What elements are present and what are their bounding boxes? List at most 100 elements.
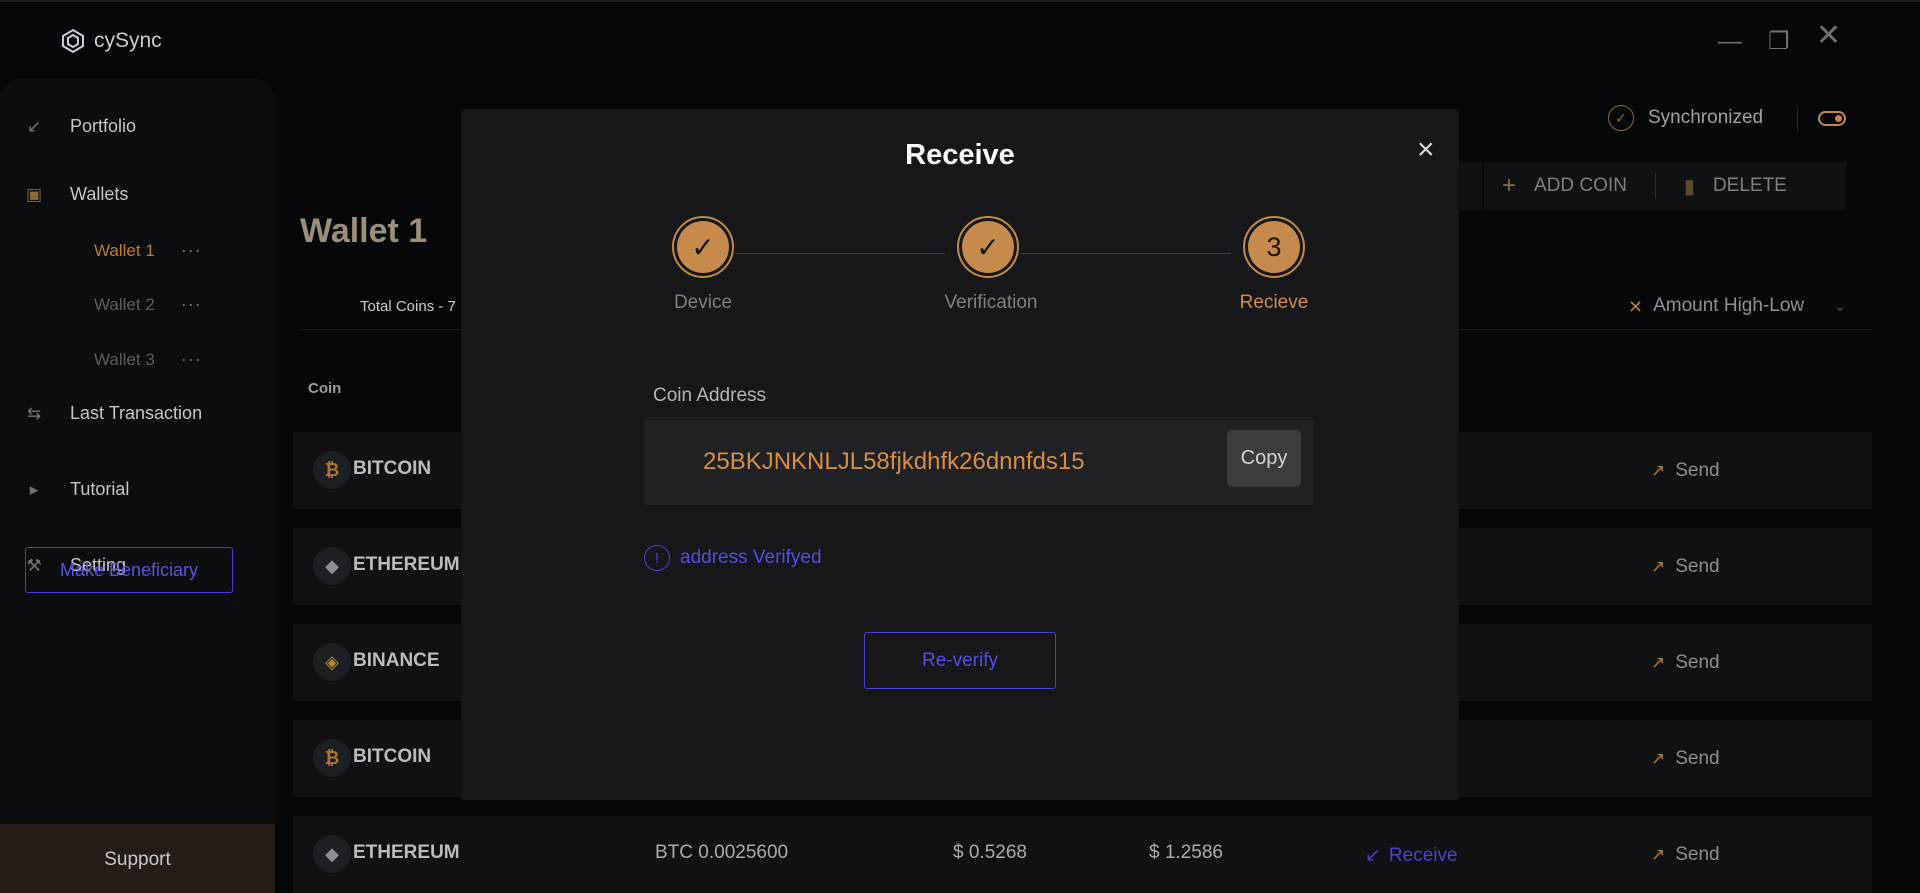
app-logo: cySync (60, 28, 162, 54)
sidebar-wallet-3[interactable]: Wallet 3 ··· (94, 349, 202, 370)
step-number: 3 (1266, 231, 1282, 262)
send-button[interactable]: ↗ Send (1651, 844, 1720, 866)
step-label-verification: Verification (944, 292, 1038, 313)
maximize-icon[interactable]: ❐ (1768, 30, 1790, 54)
send-button[interactable]: ↗ Send (1651, 748, 1720, 770)
sidebar-wallet-2[interactable]: Wallet 2 ··· (94, 294, 202, 315)
check-icon: ✓ (962, 221, 1014, 273)
arrow-down-left-icon: ↙ (1365, 845, 1381, 866)
check-circle-icon: ✓ (1608, 105, 1634, 131)
send-label: Send (1675, 844, 1720, 865)
arrow-up-right-icon: ↗ (1651, 845, 1666, 864)
receive-label: Receive (1388, 844, 1458, 866)
sort-dropdown[interactable]: ⨯ Amount High-Low ⌄ (1628, 295, 1846, 317)
address-verified-status: ! address Verifyed (644, 545, 822, 571)
sidebar-wallet-1[interactable]: Wallet 1 ··· (94, 240, 202, 261)
wallet-label: Wallet 1 (94, 240, 155, 260)
wallet-label: Wallet 2 (94, 294, 155, 314)
wallet-menu-icon[interactable]: ··· (181, 349, 202, 370)
app-window: cySync — ❐ ✕ ↙ Portfolio ▣ Wallets Walle… (0, 0, 1920, 893)
send-label: Send (1675, 556, 1720, 577)
send-button[interactable]: ↗ Send (1651, 652, 1720, 674)
info-icon: ! (644, 545, 670, 571)
copy-button[interactable]: Copy (1227, 430, 1301, 487)
ethereum-icon: ◆ (313, 547, 351, 585)
coin-price: $ 0.5268 (953, 842, 1027, 863)
step-label-receive: Recieve (1239, 292, 1309, 313)
receive-modal: Receive × ✓ ✓ 3 Device Verification Reci… (461, 109, 1459, 800)
divider (1654, 173, 1656, 199)
sidebar-item-portfolio[interactable]: ↙ Portfolio (24, 116, 136, 137)
sidebar-item-label: Wallets (70, 184, 129, 204)
send-button[interactable]: ↗ Send (1651, 460, 1720, 482)
send-label: Send (1675, 460, 1720, 481)
sync-status: ✓ Synchronized (1608, 105, 1763, 131)
step-verification-indicator: ✓ (957, 216, 1019, 278)
add-coin-button[interactable]: + ADD COIN (1484, 172, 1627, 200)
verified-text: address Verifyed (680, 547, 822, 568)
coin-value: $ 1.2586 (1149, 842, 1223, 863)
arrow-up-right-icon: ↗ (1651, 653, 1666, 672)
sidebar-item-tutorial[interactable]: ▸ Tutorial (24, 479, 130, 500)
delete-button[interactable]: ▮ DELETE (1684, 174, 1787, 199)
modal-title: Receive (905, 139, 1015, 171)
arrow-up-right-icon: ↗ (1651, 557, 1666, 576)
wallet-icon: ▣ (25, 184, 43, 204)
add-coin-label: ADD COIN (1534, 175, 1627, 196)
trash-icon: ▮ (1683, 175, 1695, 198)
coin-name: BITCOIN (353, 746, 432, 767)
chevron-down-icon: ⌄ (1834, 297, 1846, 314)
make-beneficiary-button[interactable]: Make Beneficiary (25, 547, 233, 593)
sidebar-item-wallets[interactable]: ▣ Wallets (24, 184, 128, 205)
coin-name: BITCOIN (353, 458, 432, 479)
step-label-device: Device (673, 292, 733, 313)
sidebar-item-label: Portfolio (70, 116, 137, 136)
play-icon: ▸ (29, 479, 39, 499)
coin-address-field: 25BKJNKNLJL58fjkdhfk26dnnfds15 Copy (644, 417, 1314, 505)
coin-name: BINANCE (353, 650, 440, 671)
app-name: cySync (94, 29, 162, 52)
sort-icon: ⨯ (1628, 295, 1644, 316)
sort-label: Amount High-Low (1653, 295, 1805, 316)
coin-amount: BTC 0.0025600 (655, 842, 789, 863)
coin-name: ETHEREUM (353, 554, 460, 575)
coin-address-label: Coin Address (653, 385, 767, 406)
column-header-coin: Coin (308, 380, 342, 397)
send-button[interactable]: ↗ Send (1651, 556, 1720, 578)
support-button[interactable]: Support (0, 824, 275, 893)
ethereum-icon: ◆ (313, 835, 351, 873)
sync-status-label: Synchronized (1648, 107, 1764, 128)
page-title: Wallet 1 (300, 212, 428, 250)
send-label: Send (1675, 748, 1720, 769)
cysync-logo-icon (62, 28, 84, 54)
reverify-button[interactable]: Re-verify (864, 632, 1056, 689)
table-row[interactable]: ◆ ETHEREUM BTC 0.0025600 $ 0.5268 $ 1.25… (293, 816, 1872, 893)
theme-toggle[interactable] (1818, 111, 1846, 126)
wallet-menu-icon[interactable]: ··· (181, 294, 202, 315)
receive-button[interactable]: ↙ Receive (1365, 844, 1458, 867)
sidebar-item-label: Tutorial (70, 479, 130, 499)
transfer-icon: ⇆ (26, 403, 42, 423)
wallet-toolbar: + ADD COIN ▮ DELETE (1484, 162, 1846, 210)
wallet-menu-icon[interactable]: ··· (181, 240, 202, 261)
arrow-up-right-icon: ↗ (1651, 749, 1666, 768)
stepper-connector (1021, 253, 1231, 254)
step-device-indicator: ✓ (672, 216, 734, 278)
sidebar: ↙ Portfolio ▣ Wallets Wallet 1 ··· Walle… (0, 78, 275, 893)
plus-icon: + (1502, 172, 1517, 199)
divider (1797, 106, 1798, 130)
bitcoin-icon: ₿ (313, 739, 351, 777)
send-label: Send (1675, 652, 1720, 673)
check-icon: ✓ (677, 221, 729, 273)
sidebar-item-label: Last Transaction (70, 403, 203, 423)
minimize-icon[interactable]: — (1718, 30, 1742, 54)
binance-icon: ◈ (313, 643, 351, 681)
close-window-icon[interactable]: ✕ (1816, 21, 1841, 51)
coin-name: ETHEREUM (353, 842, 460, 863)
wallet-label: Wallet 3 (94, 349, 155, 369)
bitcoin-icon: ₿ (313, 451, 351, 489)
close-icon[interactable]: × (1417, 135, 1435, 165)
stepper-connector (735, 253, 945, 254)
delete-label: DELETE (1712, 175, 1787, 196)
sidebar-item-last-transaction[interactable]: ⇆ Last Transaction (24, 403, 202, 424)
